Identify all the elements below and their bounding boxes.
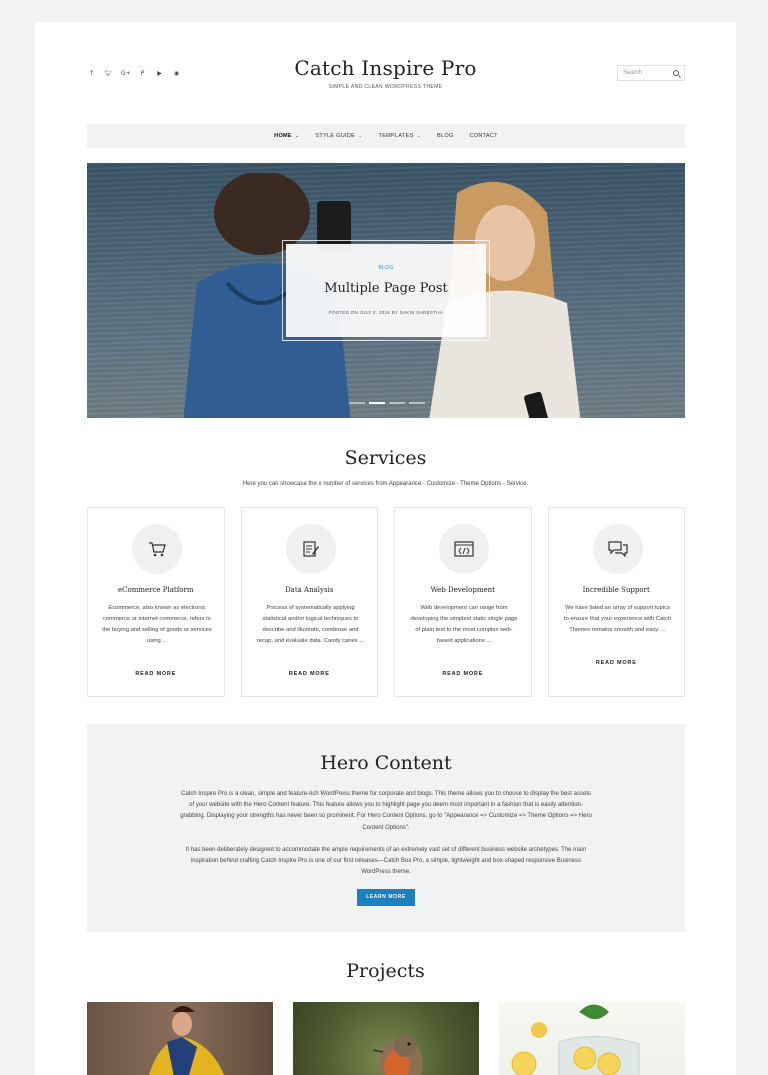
project-image — [372, 1035, 423, 1075]
service-title[interactable]: eCommerce Platform — [88, 586, 224, 594]
nav-label: TEMPLATES — [378, 133, 414, 139]
service-card: Incredible Support We have listed an arr… — [547, 507, 685, 697]
service-title[interactable]: Web Development — [395, 586, 531, 594]
service-card: eCommerce Platform Ecommerce, also known… — [87, 507, 225, 697]
service-card: Web Development Web development can rang… — [394, 507, 532, 697]
slider-dot[interactable] — [389, 402, 405, 404]
search-box[interactable]: Search — [617, 65, 685, 81]
project-thumbnail-dancer[interactable] — [87, 1002, 273, 1075]
slider-dot-active[interactable] — [369, 402, 385, 404]
chevron-down-icon: ⌄ — [358, 133, 363, 139]
read-more-link[interactable]: READ MORE — [549, 660, 685, 666]
nav-label: CONTACT — [469, 133, 498, 139]
main-navigation: HOME ⌄ STYLE GUIDE ⌄ TEMPLATES ⌄ BLOG CO… — [87, 124, 685, 148]
project-thumbnail-lemons[interactable] — [499, 1002, 685, 1075]
hero-content-section: Hero Content Catch Inspire Pro is a clea… — [87, 724, 685, 932]
search-icon[interactable] — [673, 70, 679, 76]
services-description: Here you can showcase the x number of se… — [242, 481, 529, 487]
read-more-link[interactable]: READ MORE — [88, 671, 224, 677]
nav-label: HOME — [274, 133, 292, 139]
hero-content-paragraph: It has been deliberately designed to acc… — [185, 847, 587, 876]
service-text: We have listed an array of support topic… — [564, 605, 671, 633]
slider-dot[interactable] — [349, 402, 365, 404]
nav-label: STYLE GUIDE — [315, 133, 356, 139]
service-text: Process of systematically applying stati… — [256, 605, 365, 644]
nav-item-home[interactable]: HOME ⌄ — [274, 133, 299, 139]
project-image — [511, 1004, 640, 1075]
slide-category-link[interactable]: BLOG — [286, 265, 486, 271]
slide-meta: POSTED ON JULY 2, 2018 BY SAKIN SHRESTHA — [328, 310, 444, 315]
service-card: Data Analysis Process of systematically … — [240, 507, 378, 697]
service-text: Web development can range from developin… — [410, 605, 518, 644]
search-input[interactable]: Search — [623, 70, 673, 76]
project-image — [149, 1006, 225, 1075]
nav-item-blog[interactable]: BLOG — [437, 133, 453, 139]
chevron-down-icon: ⌄ — [416, 133, 422, 139]
nav-label: BLOG — [437, 133, 454, 139]
nav-item-style-guide[interactable]: STYLE GUIDE ⌄ — [315, 133, 362, 139]
featured-slider[interactable]: BLOG Multiple Page Post POSTED ON JULY 2… — [87, 163, 685, 418]
nav-item-contact[interactable]: CONTACT — [470, 133, 498, 139]
slide-caption: BLOG Multiple Page Post POSTED ON JULY 2… — [282, 240, 490, 341]
projects-title: Projects — [346, 960, 425, 982]
hero-content-title: Hero Content — [320, 752, 452, 774]
read-more-link[interactable]: READ MORE — [242, 671, 378, 677]
nav-item-templates[interactable]: TEMPLATES ⌄ — [379, 133, 422, 139]
chevron-down-icon: ⌄ — [294, 133, 300, 139]
learn-more-button[interactable]: LEARN MORE — [357, 889, 415, 906]
code-window-icon — [439, 524, 489, 574]
cart-icon — [132, 524, 182, 574]
project-thumbnail-robin[interactable] — [293, 1002, 479, 1075]
page: f 🐦︎ G+ P ▶ ◉ Catch Inspire Pro SIMPLE A… — [35, 22, 736, 1075]
projects-grid — [87, 1002, 685, 1075]
read-more-link[interactable]: READ MORE — [395, 671, 531, 677]
slider-dot[interactable] — [409, 402, 425, 404]
hero-content-paragraph: Catch Inspire Pro is a clean, simple and… — [180, 791, 592, 831]
service-title[interactable]: Incredible Support — [549, 586, 685, 594]
site-tagline: SIMPLE AND CLEAN WORDPRESS THEME — [328, 84, 443, 90]
service-text: Ecommerce, also known as electronic comm… — [102, 605, 212, 644]
slide-title[interactable]: Multiple Page Post — [286, 281, 486, 296]
document-edit-icon — [285, 524, 336, 574]
service-title[interactable]: Data Analysis — [242, 586, 378, 594]
services-title: Services — [344, 447, 427, 469]
services-grid: eCommerce Platform Ecommerce, also known… — [87, 507, 685, 697]
chat-bubbles-icon — [592, 524, 643, 574]
slider-pager — [349, 402, 425, 404]
